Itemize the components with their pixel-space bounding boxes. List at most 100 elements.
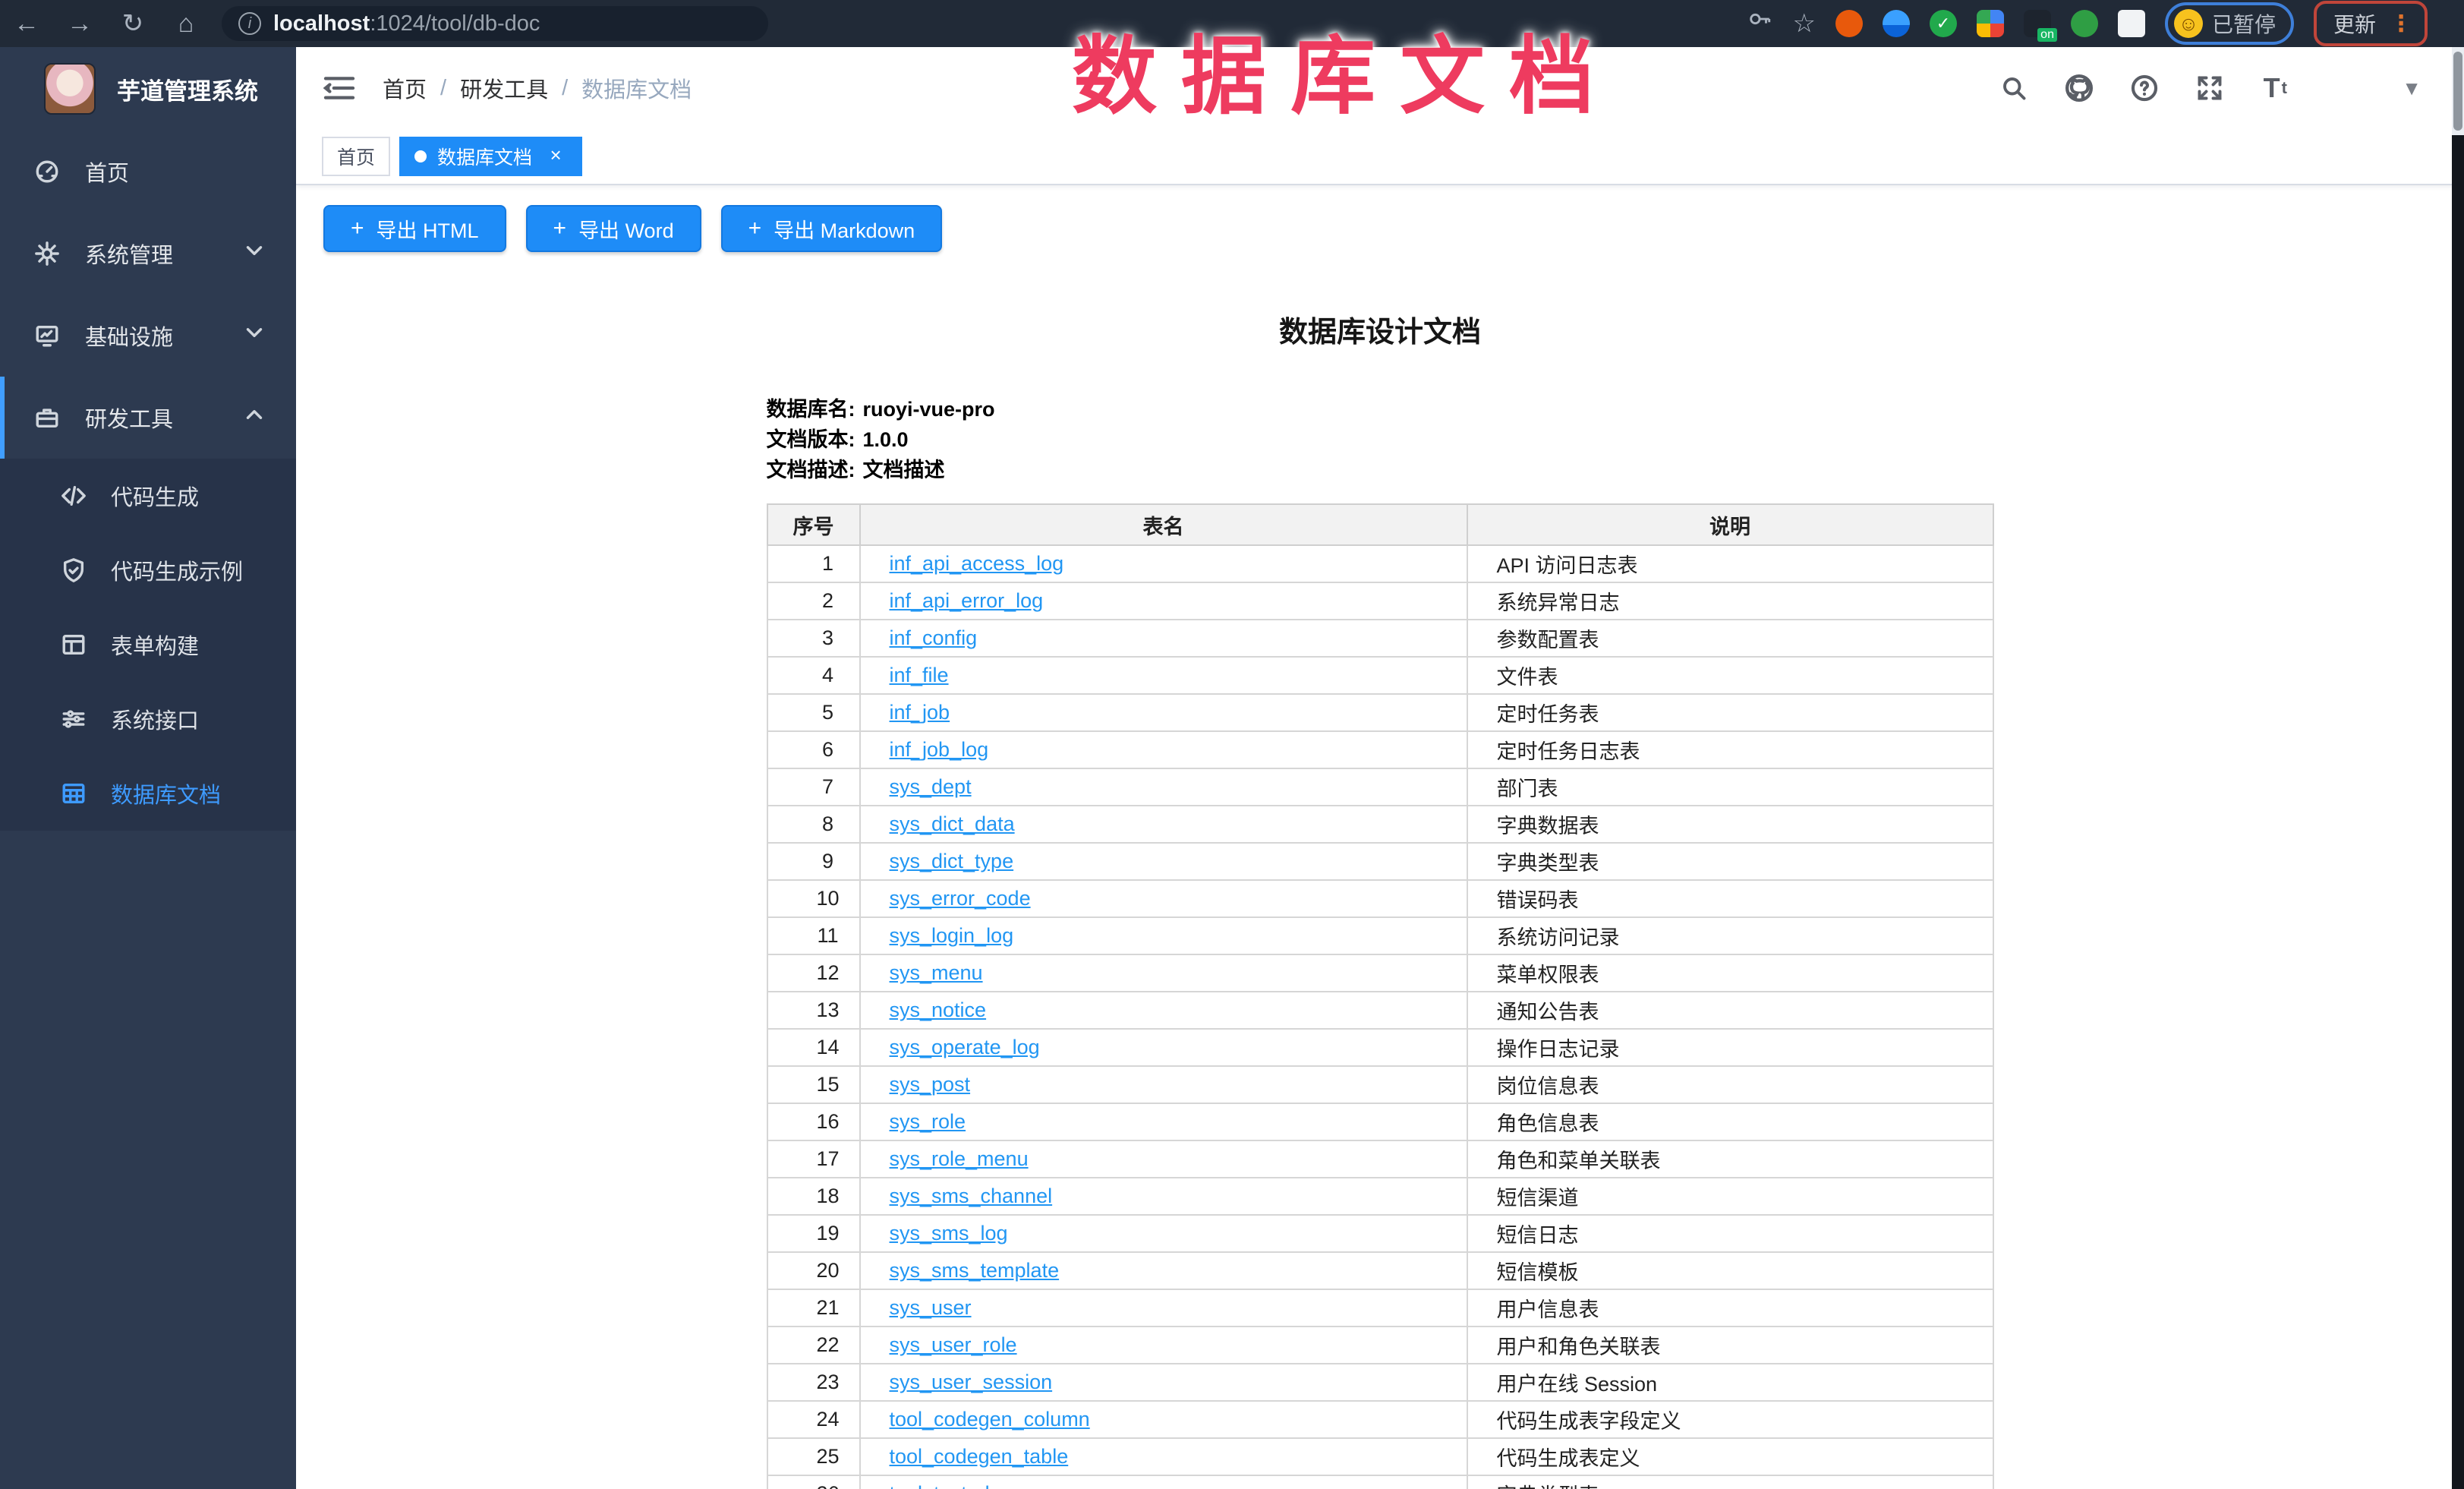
table-name-link[interactable]: sys_login_log bbox=[890, 924, 1014, 947]
row-index: 17 bbox=[767, 1140, 860, 1178]
key-icon[interactable] bbox=[1747, 0, 1772, 47]
scrollbar-thumb[interactable] bbox=[2453, 52, 2462, 131]
row-description: 错误码表 bbox=[1467, 880, 1993, 917]
fullscreen-icon[interactable] bbox=[2192, 71, 2227, 106]
row-table-name-cell: sys_operate_log bbox=[860, 1029, 1467, 1066]
close-icon[interactable]: × bbox=[544, 145, 567, 168]
site-info-icon[interactable]: i bbox=[238, 12, 261, 35]
sidebar-item-codegen-example[interactable]: 代码生成示例 bbox=[0, 533, 296, 607]
bookmark-star-icon[interactable]: ☆ bbox=[1792, 0, 1815, 47]
table-name-link[interactable]: sys_sms_log bbox=[890, 1222, 1008, 1245]
extension-icon-orange[interactable] bbox=[1835, 10, 1863, 37]
github-icon[interactable] bbox=[2062, 71, 2097, 106]
col-header-description: 说明 bbox=[1467, 504, 1993, 545]
browser-forward-icon[interactable]: → bbox=[53, 0, 106, 47]
table-name-link[interactable]: inf_file bbox=[890, 664, 949, 686]
on-badge: on bbox=[2037, 28, 2057, 42]
row-index: 22 bbox=[767, 1327, 860, 1364]
page-scrollbar[interactable] bbox=[2452, 47, 2464, 1489]
table-name-link[interactable]: sys_role bbox=[890, 1110, 966, 1133]
table-name-link[interactable]: sys_dict_type bbox=[890, 850, 1014, 872]
font-size-icon[interactable]: Tt bbox=[2258, 71, 2292, 106]
table-name-link[interactable]: inf_api_error_log bbox=[890, 589, 1044, 612]
form-icon bbox=[59, 630, 88, 659]
table-name-link[interactable]: sys_operate_log bbox=[890, 1036, 1040, 1058]
chevron-down-icon bbox=[241, 320, 267, 352]
table-name-link[interactable]: inf_job bbox=[890, 701, 950, 724]
app-logo-row[interactable]: 芋道管理系统 bbox=[0, 47, 296, 131]
code-icon bbox=[59, 481, 88, 510]
row-table-name-cell: tool_codegen_table bbox=[860, 1438, 1467, 1475]
page-content: + 导出 HTML + 导出 Word + 导出 Markdown 数据库设计文… bbox=[296, 185, 2464, 1489]
table-name-link[interactable]: inf_config bbox=[890, 626, 978, 649]
sidebar-item-system-api[interactable]: 系统接口 bbox=[0, 682, 296, 756]
sidebar-item-db-doc[interactable]: 数据库文档 bbox=[0, 756, 296, 831]
table-icon bbox=[59, 779, 88, 808]
table-name-link[interactable]: sys_user_role bbox=[890, 1333, 1017, 1356]
user-avatar[interactable] bbox=[2323, 64, 2371, 112]
sidebar-item-infrastructure[interactable]: 基础设施 bbox=[0, 295, 296, 377]
sidebar-item-form-builder[interactable]: 表单构建 bbox=[0, 607, 296, 682]
search-icon[interactable] bbox=[1996, 71, 2031, 106]
table-name-link[interactable]: inf_job_log bbox=[890, 738, 989, 761]
extension-icon-green[interactable] bbox=[2071, 10, 2098, 37]
row-table-name-cell: sys_role bbox=[860, 1103, 1467, 1140]
row-description: 字典类型表 bbox=[1467, 843, 1993, 880]
table-name-link[interactable]: tool_test_demo bbox=[890, 1482, 1030, 1489]
row-index: 15 bbox=[767, 1066, 860, 1103]
profile-paused-chip[interactable]: ☺ 已暂停 bbox=[2165, 2, 2294, 45]
row-description: 短信模板 bbox=[1467, 1252, 1993, 1289]
extension-icon-grid[interactable] bbox=[1977, 10, 2004, 37]
row-table-name-cell: tool_test_demo bbox=[860, 1475, 1467, 1489]
row-description: 岗位信息表 bbox=[1467, 1066, 1993, 1103]
table-name-link[interactable]: tool_codegen_column bbox=[890, 1408, 1090, 1431]
table-name-link[interactable]: sys_user_session bbox=[890, 1371, 1053, 1393]
table-name-link[interactable]: sys_sms_template bbox=[890, 1259, 1060, 1282]
row-description: 用户信息表 bbox=[1467, 1289, 1993, 1327]
breadcrumb-dev-tools[interactable]: 研发工具 bbox=[460, 72, 548, 104]
extension-icon-stack[interactable]: on bbox=[2024, 10, 2051, 37]
export-markdown-button[interactable]: + 导出 Markdown bbox=[721, 205, 943, 252]
browser-menu-icon[interactable]: ⋮ bbox=[2390, 11, 2414, 37]
table-row: 8 sys_dict_data 字典数据表 bbox=[767, 806, 1993, 843]
table-name-link[interactable]: inf_api_access_log bbox=[890, 552, 1064, 575]
table-name-link[interactable]: sys_notice bbox=[890, 998, 987, 1021]
extension-icon-blue-pin[interactable] bbox=[1883, 10, 1910, 37]
extension-icon-green-check[interactable]: ✓ bbox=[1930, 10, 1957, 37]
monitor-icon bbox=[32, 320, 62, 351]
sidebar-item-system-management[interactable]: 系统管理 bbox=[0, 213, 296, 295]
table-name-link[interactable]: sys_sms_channel bbox=[890, 1185, 1053, 1207]
table-name-link[interactable]: sys_dept bbox=[890, 775, 972, 798]
export-word-button[interactable]: + 导出 Word bbox=[526, 205, 701, 252]
gear-icon bbox=[32, 238, 62, 269]
tag-db-doc[interactable]: 数据库文档 × bbox=[399, 137, 582, 176]
row-description: 参数配置表 bbox=[1467, 620, 1993, 657]
sidebar-item-code-generation[interactable]: 代码生成 bbox=[0, 459, 296, 533]
export-html-button[interactable]: + 导出 HTML bbox=[323, 205, 506, 252]
breadcrumb-home[interactable]: 首页 bbox=[383, 72, 427, 104]
sliders-icon bbox=[59, 705, 88, 733]
meta-doc-description: 文档描述:文档描述 bbox=[767, 455, 1994, 485]
table-name-link[interactable]: sys_user bbox=[890, 1296, 972, 1319]
table-name-link[interactable]: tool_codegen_table bbox=[890, 1445, 1069, 1468]
browser-update-button[interactable]: 更新 ⋮ bbox=[2314, 1, 2428, 46]
row-description: 角色和菜单关联表 bbox=[1467, 1140, 1993, 1178]
browser-back-icon[interactable]: ← bbox=[0, 0, 53, 47]
table-name-link[interactable]: sys_menu bbox=[890, 961, 983, 984]
browser-home-icon[interactable]: ⌂ bbox=[159, 0, 213, 47]
help-icon[interactable] bbox=[2127, 71, 2162, 106]
table-name-link[interactable]: sys_post bbox=[890, 1073, 971, 1096]
table-name-link[interactable]: sys_error_code bbox=[890, 887, 1031, 910]
tag-home[interactable]: 首页 bbox=[322, 137, 390, 176]
row-table-name-cell: sys_error_code bbox=[860, 880, 1467, 917]
row-index: 10 bbox=[767, 880, 860, 917]
address-bar[interactable]: i localhost:1024/tool/db-doc bbox=[222, 6, 768, 41]
sidebar-item-dev-tools[interactable]: 研发工具 bbox=[0, 377, 296, 459]
sidebar-collapse-icon[interactable] bbox=[322, 74, 357, 102]
table-name-link[interactable]: sys_dict_data bbox=[890, 812, 1015, 835]
sidebar-item-home[interactable]: 首页 bbox=[0, 131, 296, 213]
browser-reload-icon[interactable]: ↻ bbox=[106, 0, 159, 47]
table-name-link[interactable]: sys_role_menu bbox=[890, 1147, 1029, 1170]
extension-puzzle-icon[interactable] bbox=[2118, 10, 2145, 37]
chevron-down-icon[interactable]: ▼ bbox=[2402, 77, 2421, 100]
